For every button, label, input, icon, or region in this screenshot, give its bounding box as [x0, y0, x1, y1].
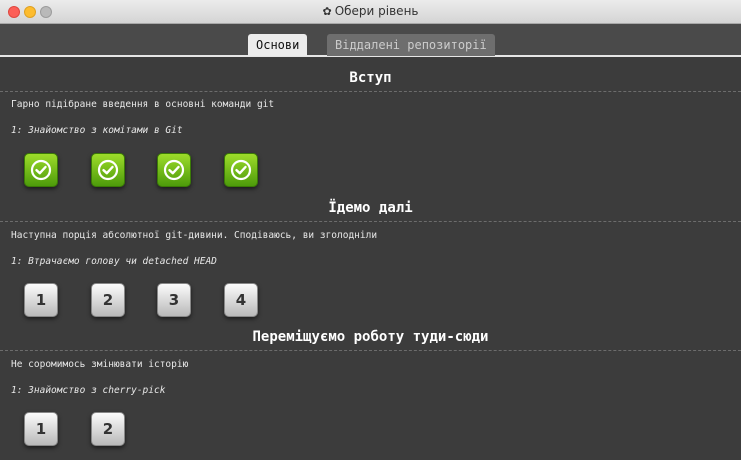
level-button-rampup-4[interactable]: 4 [224, 283, 258, 317]
checkmark-icon [163, 159, 185, 181]
checkmark-icon [97, 159, 119, 181]
tab-basics[interactable]: Основи [248, 34, 308, 56]
level-button-intro-3[interactable] [157, 153, 191, 187]
level-button-intro-4[interactable] [224, 153, 258, 187]
tab-bar: Основи Віддалені репозиторії [0, 24, 741, 57]
section-divider [0, 221, 741, 222]
gear-icon: ✿ [322, 5, 332, 18]
tab-remote-repositories[interactable]: Віддалені репозиторії [327, 34, 495, 56]
section-title-intro: Вступ [349, 70, 392, 86]
level-button-move-2[interactable]: 2 [91, 412, 125, 446]
section-about: Наступна порція абсолютної git-дивини. С… [11, 230, 378, 241]
section-about: Не соромимось змінювати історію [11, 359, 189, 370]
sequence-name: 1: Знайомство з комітами в Git [11, 125, 183, 136]
window-title: ✿ Обери рівень [0, 4, 741, 18]
level-button-rampup-3[interactable]: 3 [157, 283, 191, 317]
section-title-rampup: Їдемо далі [328, 200, 413, 216]
section-about: Гарно підібране введення в основні коман… [11, 99, 275, 110]
level-button-intro-2[interactable] [91, 153, 125, 187]
level-button-move-1[interactable]: 1 [24, 412, 58, 446]
section-title-move: Переміщуємо роботу туди-сюди [252, 329, 489, 345]
level-button-intro-1[interactable] [24, 153, 58, 187]
sequence-name: 1: Знайомство з cherry-pick [11, 385, 166, 396]
checkmark-icon [230, 159, 252, 181]
sequence-name: 1: Втрачаємо голову чи detached HEAD [11, 256, 217, 267]
title-bar: ✿ Обери рівень [0, 0, 741, 24]
checkmark-icon [30, 159, 52, 181]
level-button-rampup-1[interactable]: 1 [24, 283, 58, 317]
section-divider [0, 91, 741, 92]
level-button-rampup-2[interactable]: 2 [91, 283, 125, 317]
window-title-text: Обери рівень [334, 4, 419, 18]
section-divider [0, 350, 741, 351]
